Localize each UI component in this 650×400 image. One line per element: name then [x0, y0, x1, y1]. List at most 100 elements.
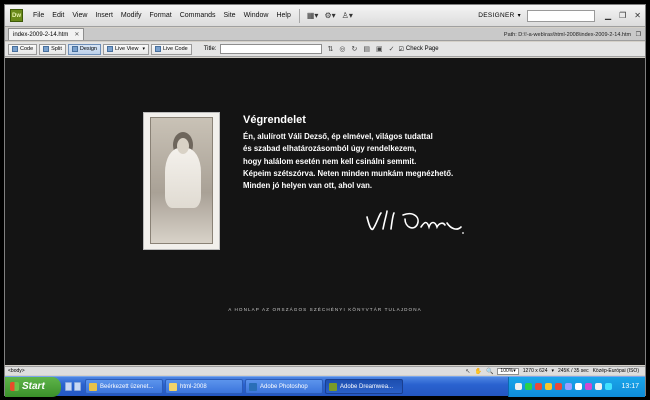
menu-view[interactable]: View: [68, 12, 91, 19]
status-right: ↖ ✋ 🔍 100% ▾ 1270 x 624 ▾ 245K / 35 sec K…: [465, 367, 639, 375]
menu-site[interactable]: Site: [220, 12, 240, 19]
minimize-icon[interactable]: ▁: [601, 11, 615, 20]
tray-icon[interactable]: [535, 383, 543, 390]
design-view[interactable]: Végrendelet Én, alulírott Váli Dezső, ép…: [5, 58, 645, 365]
start-button[interactable]: Start: [5, 376, 61, 397]
windows-flag-icon: [10, 382, 19, 391]
document-toolbar: Code Split Design Live View ▾ Live Code T…: [5, 42, 645, 57]
will-line: és szabad elhatározásomból úgy rendelkez…: [243, 144, 417, 154]
menu-help[interactable]: Help: [272, 12, 294, 19]
select-tool-icon[interactable]: ↖: [465, 368, 470, 375]
taskbar-item-folder[interactable]: html-2008: [165, 379, 243, 394]
layout-icon[interactable]: ▦▾: [304, 11, 322, 20]
view-options-icon[interactable]: ▤: [363, 45, 370, 53]
menu-separator: [298, 8, 300, 23]
check-page-label: Check Page: [405, 46, 439, 52]
encoding: Közép-Európai (ISO): [592, 368, 639, 374]
will-line: hogy halálom esetén nem kell csinálni se…: [243, 156, 417, 166]
split-icon: [43, 46, 50, 52]
will-line: Minden jó helyen van ott, ahol van.: [243, 181, 373, 191]
will-line: Én, alulírott Váli Dezső, ép elmével, vi…: [243, 132, 433, 141]
quick-launch-icon[interactable]: [65, 382, 72, 391]
zoom-tool-icon[interactable]: 🔍: [486, 368, 493, 375]
extend-icon[interactable]: ⚙▾: [321, 11, 338, 20]
check-page-icon: ☑: [398, 46, 404, 53]
refresh-icon[interactable]: ↻: [352, 45, 358, 53]
close-tab-icon[interactable]: ✕: [74, 31, 79, 38]
start-label: Start: [22, 381, 45, 392]
taskbar-item-dreamweaver[interactable]: Adobe Dreamwea...: [325, 379, 403, 394]
live-code-button[interactable]: Live Code: [150, 43, 192, 55]
design-view-button[interactable]: Design: [67, 43, 101, 55]
tray-icon[interactable]: [545, 383, 553, 390]
system-tray: 13:17: [508, 376, 645, 397]
tray-icon[interactable]: [585, 383, 593, 390]
photoshop-icon: [249, 382, 257, 391]
will-text: Én, alulírott Váli Dezső, ép elmével, vi…: [243, 131, 453, 192]
live-view-icon: [106, 46, 113, 52]
page-heading: Végrendelet: [243, 114, 306, 126]
site-icon[interactable]: ♙▾: [339, 11, 356, 20]
split-view-label: Split: [51, 46, 62, 52]
tray-icon[interactable]: [525, 383, 533, 390]
photo-veil: [165, 148, 201, 208]
document-path: Path: D:\!-a-web\ras\html-2008\index-200…: [504, 31, 641, 38]
volume-icon[interactable]: [595, 383, 603, 390]
help-search-input[interactable]: [526, 9, 595, 22]
live-view-button[interactable]: Live View ▾: [102, 43, 149, 55]
menu-insert[interactable]: Insert: [91, 12, 117, 19]
hand-tool-icon[interactable]: ✋: [474, 368, 481, 375]
menu-file[interactable]: File: [29, 12, 48, 19]
workspace-switcher[interactable]: DESIGNER ▾: [478, 12, 521, 19]
preview-browser-icon[interactable]: ◎: [339, 45, 345, 53]
file-management-icon[interactable]: ⇅: [328, 45, 334, 53]
menu-modify[interactable]: Modify: [117, 12, 146, 19]
tray-icon[interactable]: [555, 383, 563, 390]
taskbar-item-mail[interactable]: Beérkezett üzenet...: [85, 379, 163, 394]
dreamweaver-icon: [329, 382, 337, 391]
dreamweaver-window: Dw File Edit View Insert Modify Format C…: [4, 4, 646, 397]
zoom-select[interactable]: 100% ▾: [497, 367, 519, 375]
split-view-button[interactable]: Split: [39, 43, 66, 55]
code-view-label: Code: [20, 46, 34, 52]
restore-icon[interactable]: ❐: [615, 11, 630, 20]
code-view-button[interactable]: Code: [8, 43, 38, 55]
document-tab-label: index-2009-2-14.htm: [13, 31, 69, 38]
document-tab[interactable]: index-2009-2-14.htm ✕: [8, 28, 85, 40]
menu-format[interactable]: Format: [146, 12, 176, 19]
quick-launch-icon[interactable]: [74, 382, 81, 391]
tray-icon[interactable]: [575, 383, 583, 390]
close-icon[interactable]: ✕: [630, 11, 645, 20]
task-label: Beérkezett üzenet...: [100, 383, 154, 390]
window-size[interactable]: 1270 x 624: [523, 368, 548, 374]
zoom-value: 100%: [500, 368, 514, 374]
live-view-label: Live View: [114, 46, 139, 52]
title-label: Title:: [203, 46, 217, 52]
photo-card: [150, 117, 213, 244]
title-input[interactable]: [219, 44, 322, 54]
chevron-down-icon: ▾: [142, 46, 145, 52]
visual-aids-icon[interactable]: ▣: [376, 45, 383, 53]
tray-icon[interactable]: [515, 383, 523, 390]
document-path-text: Path: D:\!-a-web\ras\html-2008\index-200…: [503, 31, 632, 38]
will-line: Képeim szétszórva. Neten minden munkám m…: [243, 168, 454, 178]
code-icon: [12, 46, 18, 52]
menu-commands[interactable]: Commands: [176, 12, 220, 19]
menu-edit[interactable]: Edit: [48, 12, 68, 19]
task-label: html-2008: [180, 383, 207, 390]
menu-window[interactable]: Window: [240, 12, 273, 19]
check-page-button[interactable]: ☑ Check Page: [399, 46, 439, 53]
taskbar-item-photoshop[interactable]: Adobe Photoshop: [245, 379, 323, 394]
tray-icon[interactable]: [605, 383, 613, 390]
document-tab-bar: index-2009-2-14.htm ✕ Path: D:\!-a-web\r…: [5, 28, 645, 41]
live-code-icon: [154, 46, 161, 52]
restore-document-icon[interactable]: ❐: [636, 32, 641, 38]
design-view-label: Design: [79, 46, 97, 52]
handwritten-signature: [366, 210, 464, 234]
task-label: Adobe Dreamwea...: [340, 383, 394, 390]
tray-icon[interactable]: [565, 383, 573, 390]
photo-face: [177, 138, 189, 154]
tag-selector[interactable]: <body>: [8, 368, 25, 374]
validate-markup-icon[interactable]: ✓: [389, 45, 395, 53]
quick-launch: [65, 382, 81, 391]
